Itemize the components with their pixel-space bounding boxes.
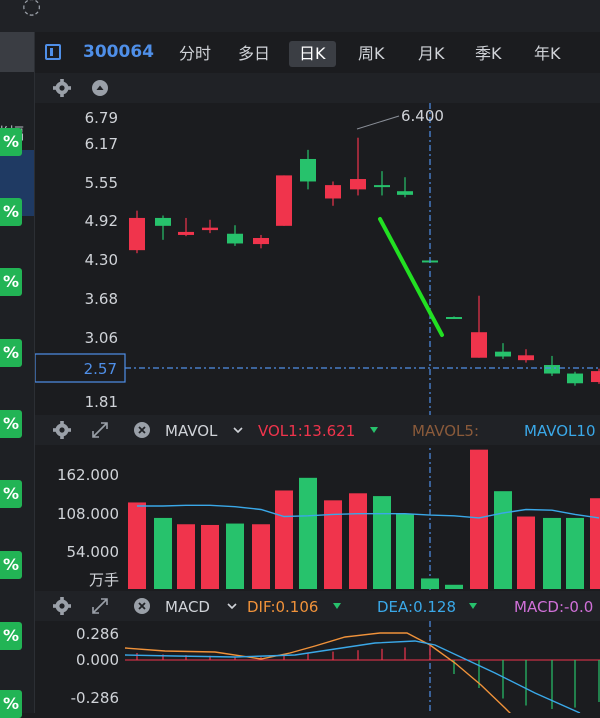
- candle-body: [227, 233, 243, 244]
- candlestick-series: [129, 137, 600, 386]
- macd-indicator-name[interactable]: MACD: [165, 598, 210, 616]
- change-percent-badge[interactable]: %: [0, 410, 22, 438]
- candle-body: [202, 227, 218, 231]
- volume-bar: [226, 523, 244, 589]
- change-percent-badge[interactable]: %: [0, 551, 22, 579]
- candle-body: [374, 185, 390, 188]
- panel-toggle-icon[interactable]: [45, 44, 61, 60]
- candle-body: [325, 185, 341, 199]
- candle-body: [155, 217, 171, 226]
- mavol10-label: MAVOL10: [524, 422, 596, 440]
- watchlist-sidebar: 涨幅 %%%%%%%%%: [0, 32, 35, 718]
- tab-multi-day[interactable]: 多日: [236, 41, 272, 67]
- tab-intraday[interactable]: 分时: [177, 41, 213, 67]
- price-tick: 6.17: [85, 135, 118, 153]
- volume-ma-line: [137, 504, 600, 519]
- volume-bars: [128, 449, 600, 589]
- dif-value: DIF:0.106: [247, 598, 318, 616]
- window-top-bar: ◌: [0, 0, 600, 32]
- crosshair-price-label: 2.57: [84, 360, 117, 378]
- macd-value: MACD:-0.0: [514, 598, 593, 616]
- collapse-up-icon[interactable]: [92, 80, 108, 96]
- price-tick: 3.06: [85, 329, 118, 347]
- tab-weekly-k[interactable]: 周K: [356, 41, 387, 67]
- candle-body: [544, 365, 560, 374]
- macd-tick: -0.286: [71, 689, 119, 707]
- tab-monthly-k[interactable]: 月K: [416, 41, 447, 67]
- price-tick: 5.55: [85, 174, 118, 192]
- volume-bar: [177, 524, 195, 589]
- candle-body: [276, 175, 292, 226]
- candle-body: [446, 317, 462, 320]
- vol1-value: VOL1:13.621: [258, 422, 355, 440]
- volume-bar: [494, 491, 512, 589]
- volume-bar: [299, 477, 317, 589]
- volume-bar: [252, 524, 270, 589]
- volume-bar: [517, 516, 535, 589]
- volume-bar: [154, 517, 172, 589]
- volume-bar: [349, 493, 367, 589]
- candle-body: [567, 373, 583, 384]
- close-indicator-icon[interactable]: [134, 598, 150, 614]
- volume-tick: 162.000: [57, 466, 119, 484]
- candle-body: [129, 217, 145, 251]
- macd-tick: 0.000: [76, 651, 119, 669]
- volume-bar: [566, 517, 584, 589]
- volume-bar: [470, 449, 488, 589]
- candle-body: [253, 237, 269, 245]
- change-percent-badge[interactable]: %: [0, 690, 22, 718]
- macd-tick: 0.286: [76, 625, 119, 643]
- window-control-icon[interactable]: ◌: [22, 0, 41, 19]
- change-percent-badge[interactable]: %: [0, 622, 22, 650]
- change-percent-badge[interactable]: %: [0, 480, 22, 508]
- dif-line: [124, 632, 511, 713]
- volume-bar: [275, 490, 293, 589]
- volume-bar: [421, 578, 439, 589]
- change-percent-badge[interactable]: %: [0, 198, 22, 226]
- volume-bar: [396, 513, 414, 589]
- volume-bar: [590, 498, 600, 589]
- candle-body: [471, 332, 487, 358]
- kline-chart[interactable]: 6.79 6.17 5.55 4.92 4.30 3.68 3.06 1.81 …: [35, 73, 600, 713]
- price-tick: 1.81: [85, 393, 118, 411]
- tab-yearly-k[interactable]: 年K: [532, 41, 563, 67]
- dea-value: DEA:0.128: [377, 598, 456, 616]
- tab-quarterly-k[interactable]: 季K: [473, 41, 504, 67]
- kline-toolbar: [35, 73, 600, 103]
- volume-tick: 54.000: [67, 543, 120, 561]
- candle-body: [178, 231, 194, 235]
- sidebar-header: [0, 32, 34, 72]
- price-tick: 4.92: [85, 212, 118, 230]
- price-tick: 4.30: [85, 251, 118, 269]
- price-tick: 3.68: [85, 290, 118, 308]
- candle-body: [350, 179, 366, 190]
- volume-bar: [373, 496, 391, 589]
- volume-bar: [543, 517, 561, 589]
- macd-histogram: [136, 644, 600, 709]
- volume-bar: [201, 524, 219, 589]
- volume-indicator-name[interactable]: MAVOL: [165, 422, 218, 440]
- candle-body: [518, 355, 534, 361]
- mavol5-label: MAVOL5:: [412, 422, 479, 440]
- close-indicator-icon[interactable]: [134, 422, 150, 438]
- drawn-trend-annotation: [378, 217, 444, 337]
- price-tick: 6.79: [85, 109, 118, 127]
- change-percent-badge[interactable]: %: [0, 339, 22, 367]
- volume-tick: 108.000: [57, 505, 119, 523]
- volume-bar: [445, 584, 463, 589]
- peak-price-label: 6.400: [401, 107, 444, 125]
- tab-daily-k[interactable]: 日K: [289, 41, 336, 67]
- period-tabs: 300064 分时 多日 日K 周K 月K 季K 年K: [35, 34, 600, 72]
- stock-code[interactable]: 300064: [83, 42, 154, 62]
- candle-body: [300, 158, 316, 182]
- peak-leader-line: [356, 115, 400, 130]
- volume-unit: 万手: [89, 571, 119, 589]
- candle-body: [397, 191, 413, 195]
- change-percent-badge[interactable]: %: [0, 128, 22, 156]
- candle-body: [591, 371, 600, 383]
- candle-body: [495, 351, 511, 357]
- volume-bar: [128, 502, 146, 589]
- change-percent-badge[interactable]: %: [0, 268, 22, 296]
